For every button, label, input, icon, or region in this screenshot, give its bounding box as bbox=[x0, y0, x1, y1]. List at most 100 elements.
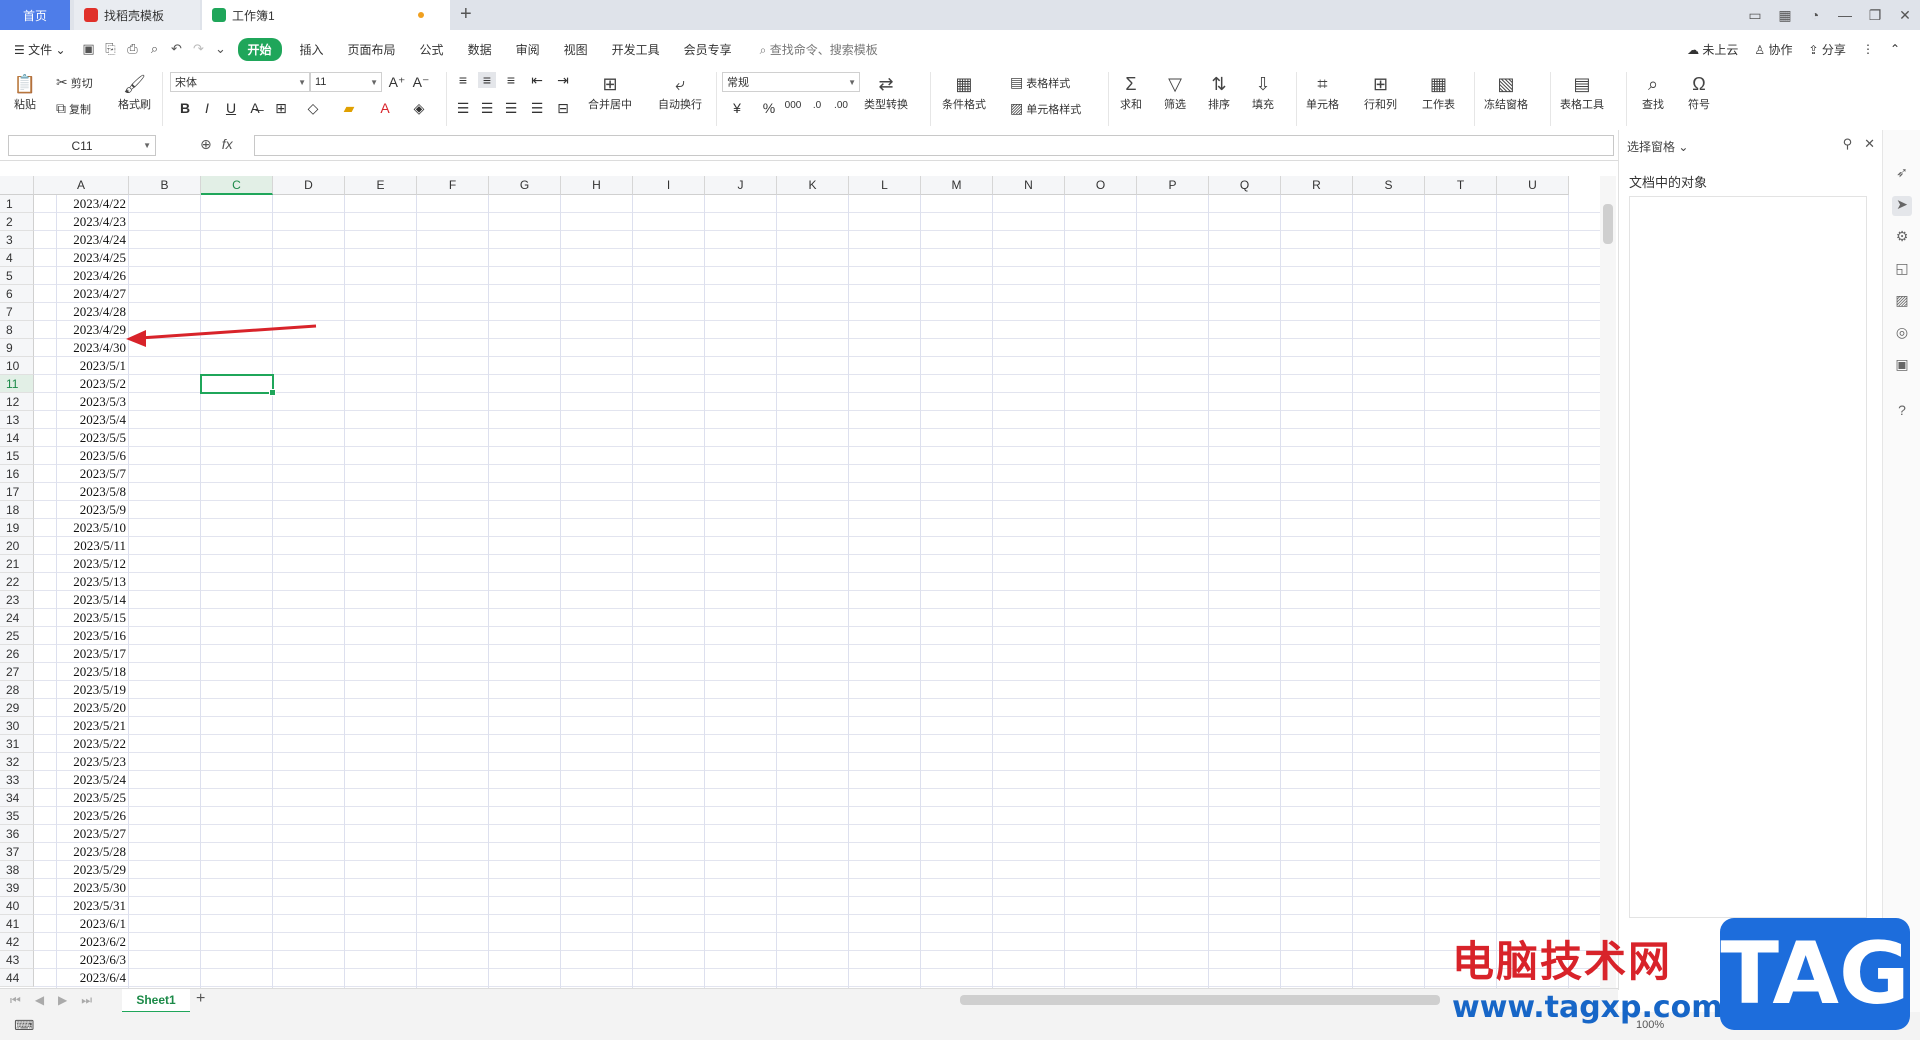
rocket-icon[interactable]: ➶ bbox=[1892, 164, 1912, 184]
strikethrough-icon[interactable]: A̶ bbox=[246, 100, 264, 116]
cell-a[interactable]: 2023/5/24 bbox=[34, 771, 129, 789]
row-header[interactable]: 24 bbox=[0, 609, 34, 627]
avatar[interactable]: ◔ bbox=[1800, 7, 1830, 23]
column-header-m[interactable]: M bbox=[921, 176, 993, 195]
column-header-e[interactable]: E bbox=[345, 176, 417, 195]
tab-page-layout[interactable]: 页面布局 bbox=[336, 41, 408, 58]
worksheet-button[interactable]: ▦ 工作表 bbox=[1422, 72, 1455, 112]
row-header[interactable]: 4 bbox=[0, 249, 34, 267]
prev-sheet-icon[interactable]: ◀ bbox=[35, 993, 44, 1008]
row-header[interactable]: 28 bbox=[0, 681, 34, 699]
row-header[interactable]: 39 bbox=[0, 879, 34, 897]
cell-a[interactable]: 2023/4/22 bbox=[34, 195, 129, 213]
row-header[interactable]: 37 bbox=[0, 843, 34, 861]
cell-style-button[interactable]: ▨ 单元格样式 bbox=[1010, 100, 1081, 117]
row-header[interactable]: 44 bbox=[0, 969, 34, 987]
table-tools-button[interactable]: ▤ 表格工具 bbox=[1560, 72, 1604, 112]
apps-grid-icon[interactable]: ▦ bbox=[1770, 7, 1800, 24]
tab-template[interactable]: 找稻壳模板 bbox=[74, 0, 200, 30]
tab-home[interactable]: 首页 bbox=[0, 0, 70, 30]
cell-a[interactable]: 2023/6/3 bbox=[34, 951, 129, 969]
cell-a[interactable]: 2023/5/27 bbox=[34, 825, 129, 843]
cell-a[interactable]: 2023/6/2 bbox=[34, 933, 129, 951]
column-header-c[interactable]: C bbox=[201, 176, 273, 195]
cell-a[interactable]: 2023/5/28 bbox=[34, 843, 129, 861]
column-header-n[interactable]: N bbox=[993, 176, 1065, 195]
column-header-l[interactable]: L bbox=[849, 176, 921, 195]
cell-a[interactable]: 2023/5/5 bbox=[34, 429, 129, 447]
cloud-status-button[interactable]: ☁ 未上云 bbox=[1687, 41, 1738, 58]
cell-a[interactable]: 2023/5/1 bbox=[34, 357, 129, 375]
more-menu-icon[interactable]: ⋮ bbox=[1862, 42, 1874, 56]
sum-button[interactable]: Σ 求和 bbox=[1118, 72, 1144, 112]
row-header[interactable]: 41 bbox=[0, 915, 34, 933]
indent-increase-icon[interactable]: ⇥ bbox=[554, 72, 572, 89]
table-style-button[interactable]: ▤ 表格样式 bbox=[1010, 74, 1070, 91]
cell-a[interactable]: 2023/5/31 bbox=[34, 897, 129, 915]
font-color-icon[interactable]: A bbox=[376, 100, 394, 116]
column-header-o[interactable]: O bbox=[1065, 176, 1137, 195]
status-macro-icon[interactable]: ⌨ bbox=[14, 1017, 34, 1034]
column-header-g[interactable]: G bbox=[489, 176, 561, 195]
clear-format-icon[interactable]: ◈ bbox=[410, 100, 428, 117]
column-header-k[interactable]: K bbox=[777, 176, 849, 195]
filter-button[interactable]: ▽ 筛选 bbox=[1162, 72, 1188, 112]
row-header[interactable]: 13 bbox=[0, 411, 34, 429]
cell-a[interactable]: 2023/5/13 bbox=[34, 573, 129, 591]
row-header[interactable]: 34 bbox=[0, 789, 34, 807]
cell-a[interactable]: 2023/5/26 bbox=[34, 807, 129, 825]
row-header[interactable]: 11 bbox=[0, 375, 34, 393]
thousands-icon[interactable]: 000 bbox=[784, 100, 802, 111]
save-icon[interactable]: ▣ bbox=[78, 41, 100, 57]
next-sheet-icon[interactable]: ▶ bbox=[58, 993, 67, 1008]
distribute-icon[interactable]: ⊟ bbox=[554, 100, 572, 117]
underline-icon[interactable]: U bbox=[222, 100, 240, 116]
undo-icon[interactable]: ↶ bbox=[166, 41, 188, 57]
decrease-decimal-icon[interactable]: .00 bbox=[832, 100, 850, 111]
column-header-b[interactable]: B bbox=[129, 176, 201, 195]
last-sheet-icon[interactable]: ⏭ bbox=[81, 993, 92, 1008]
indent-decrease-icon[interactable]: ⇤ bbox=[528, 72, 546, 89]
restore-button[interactable]: ❐ bbox=[1860, 7, 1890, 24]
row-header[interactable]: 19 bbox=[0, 519, 34, 537]
cut-button[interactable]: ✂ 剪切 bbox=[56, 74, 93, 91]
collaborate-button[interactable]: ♙ 协作 bbox=[1754, 41, 1792, 58]
cell-a[interactable]: 2023/5/6 bbox=[34, 447, 129, 465]
pane-close-icon[interactable]: ✕ bbox=[1864, 136, 1875, 152]
minimize-button[interactable]: — bbox=[1830, 7, 1860, 23]
column-header-j[interactable]: J bbox=[705, 176, 777, 195]
row-header[interactable]: 10 bbox=[0, 357, 34, 375]
row-header[interactable]: 31 bbox=[0, 735, 34, 753]
cell-a[interactable]: 2023/5/2 bbox=[34, 375, 129, 393]
row-header[interactable]: 21 bbox=[0, 555, 34, 573]
cell-a[interactable]: 2023/5/19 bbox=[34, 681, 129, 699]
row-header[interactable]: 30 bbox=[0, 717, 34, 735]
row-header[interactable]: 3 bbox=[0, 231, 34, 249]
command-search[interactable]: ⌕ 查找命令、搜索模板 bbox=[760, 41, 878, 58]
row-header[interactable]: 36 bbox=[0, 825, 34, 843]
row-header[interactable]: 33 bbox=[0, 771, 34, 789]
increase-font-icon[interactable]: A⁺ bbox=[388, 74, 406, 91]
percent-icon[interactable]: % bbox=[760, 100, 778, 116]
row-header[interactable]: 26 bbox=[0, 645, 34, 663]
cell-a[interactable]: 2023/4/26 bbox=[34, 267, 129, 285]
cell-a[interactable]: 2023/5/8 bbox=[34, 483, 129, 501]
border-icon[interactable]: ⊞ bbox=[272, 100, 290, 117]
share-button[interactable]: ⇪ 分享 bbox=[1809, 41, 1846, 58]
column-header-a[interactable]: A bbox=[34, 176, 129, 195]
tab-start[interactable]: 开始 bbox=[237, 37, 282, 61]
cell-a[interactable]: 2023/5/22 bbox=[34, 735, 129, 753]
row-header[interactable]: 20 bbox=[0, 537, 34, 555]
row-header[interactable]: 23 bbox=[0, 591, 34, 609]
wrap-text-button[interactable]: ⤶ 自动换行 bbox=[658, 72, 702, 112]
row-header[interactable]: 38 bbox=[0, 861, 34, 879]
format-painter-button[interactable]: 🖌 格式刷 bbox=[118, 72, 151, 112]
align-top-icon[interactable]: ≡ bbox=[454, 72, 472, 88]
tab-workbook[interactable]: 工作簿1 bbox=[202, 0, 450, 30]
cell-button[interactable]: ⌗ 单元格 bbox=[1306, 72, 1339, 112]
cell-a[interactable]: 2023/4/30 bbox=[34, 339, 129, 357]
cell-a[interactable]: 2023/5/9 bbox=[34, 501, 129, 519]
align-center-icon[interactable]: ☰ bbox=[478, 100, 496, 117]
column-header-s[interactable]: S bbox=[1353, 176, 1425, 195]
decrease-font-icon[interactable]: A⁻ bbox=[412, 74, 430, 91]
